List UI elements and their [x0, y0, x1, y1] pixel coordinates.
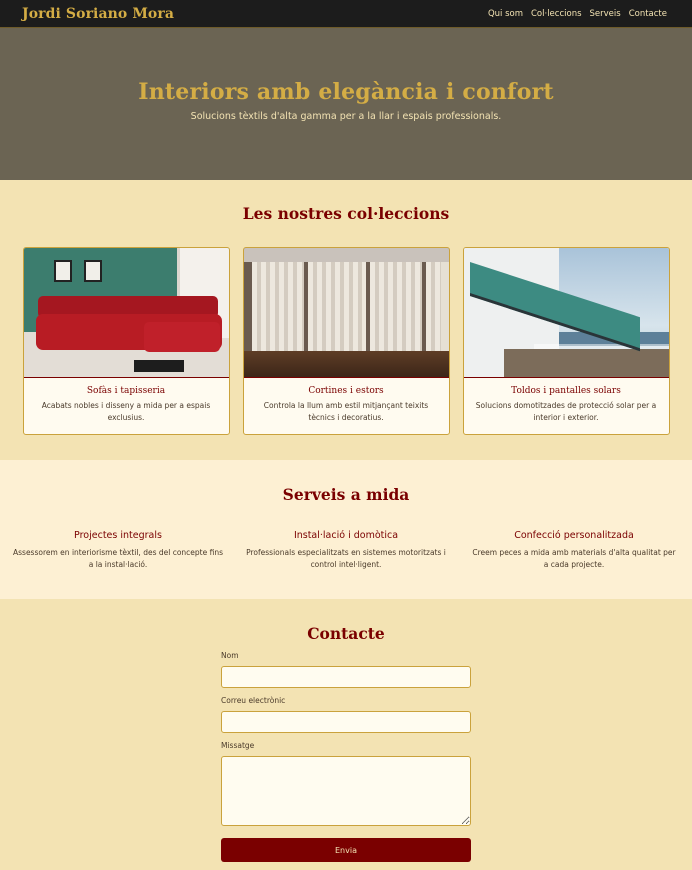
hero-title: Interiors amb elegància i confort — [138, 78, 554, 105]
collection-card-curtains[interactable]: Cortines i estors Controla la llum amb e… — [242, 247, 450, 435]
name-label: Nom — [221, 651, 239, 660]
teal-awning-photo — [463, 248, 669, 378]
brand-logo[interactable]: Jordi Soriano Mora — [22, 6, 174, 22]
red-sofa-photo — [23, 248, 229, 378]
send-button[interactable]: Envia — [221, 838, 471, 862]
services-section: Serveis a mida Projectes integrals Asses… — [0, 460, 692, 599]
message-field[interactable] — [221, 756, 471, 826]
email-label: Correu electrònic — [221, 696, 286, 705]
service-item-confeccio: Confecció personalitzada Creem peces a m… — [469, 530, 679, 570]
services-grid: Projectes integrals Assessorem en interi… — [0, 530, 692, 570]
hero-subtitle: Solucions tèxtils d'alta gamma per a la … — [190, 110, 502, 122]
service-text: Professionals especialitzats en sistemes… — [246, 548, 446, 569]
message-label: Missatge — [221, 741, 255, 750]
services-title: Serveis a mida — [282, 485, 410, 504]
collection-card-sofas[interactable]: Sofàs i tapisseria Acabats nobles i diss… — [22, 247, 230, 435]
service-text: Creem peces a mida amb materials d'alta … — [472, 548, 676, 569]
contact-section: Contacte Nom Correu electrònic Missatge … — [0, 599, 692, 870]
collection-card-title: Cortines i estors — [308, 386, 384, 396]
hero-section: Interiors amb elegància i confort Soluci… — [0, 28, 692, 180]
service-title: Confecció personalitzada — [514, 530, 634, 541]
service-item-installacio: Instal·lació i domòtica Professionals es… — [241, 530, 451, 570]
contact-title: Contacte — [307, 624, 385, 643]
name-field[interactable] — [221, 666, 471, 688]
collection-card-text: Controla la llum amb estil mitjançant te… — [263, 401, 429, 422]
service-title: Projectes integrals — [74, 530, 162, 541]
contact-form: Nom Correu electrònic Missatge Envia — [221, 651, 471, 862]
nav-link-colleccions[interactable]: Col·leccions — [531, 9, 582, 19]
collections-section: Les nostres col·leccions Sofàs i tapisse… — [0, 180, 692, 460]
service-title: Instal·lació i domòtica — [293, 530, 399, 541]
top-navbar: Jordi Soriano Mora Qui som Col·leccions … — [0, 0, 692, 28]
collection-card-text: Acabats nobles i disseny a mida per a es… — [41, 401, 211, 422]
service-text: Assessorem en interiorisme tèxtil, des d… — [13, 548, 223, 569]
collection-card-text: Solucions domotitzades de protecció sola… — [475, 401, 657, 422]
nav-link-contacte[interactable]: Contacte — [629, 9, 667, 19]
collections-title: Les nostres col·leccions — [242, 204, 450, 223]
service-item-projectes: Projectes integrals Assessorem en interi… — [13, 530, 223, 570]
sheer-curtains-photo — [243, 248, 449, 378]
collections-cards: Sofàs i tapisseria Acabats nobles i diss… — [0, 247, 692, 435]
collection-card-title: Sofàs i tapisseria — [86, 386, 166, 396]
nav-link-serveis[interactable]: Serveis — [590, 9, 621, 19]
collection-card-awnings[interactable]: Toldos i pantalles solars Solucions domo… — [462, 247, 670, 435]
collection-card-title: Toldos i pantalles solars — [511, 386, 621, 396]
nav-link-qui-som[interactable]: Qui som — [488, 9, 523, 19]
email-field[interactable] — [221, 711, 471, 733]
main-nav: Qui som Col·leccions Serveis Contacte — [488, 9, 667, 19]
